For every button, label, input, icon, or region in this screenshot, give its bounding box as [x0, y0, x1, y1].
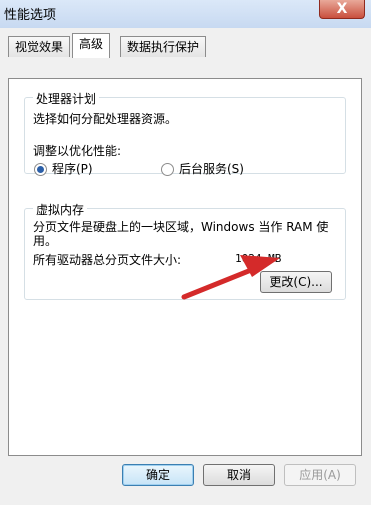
annotation-arrow-icon	[181, 255, 280, 300]
tab-advanced[interactable]: 高级	[72, 33, 111, 58]
